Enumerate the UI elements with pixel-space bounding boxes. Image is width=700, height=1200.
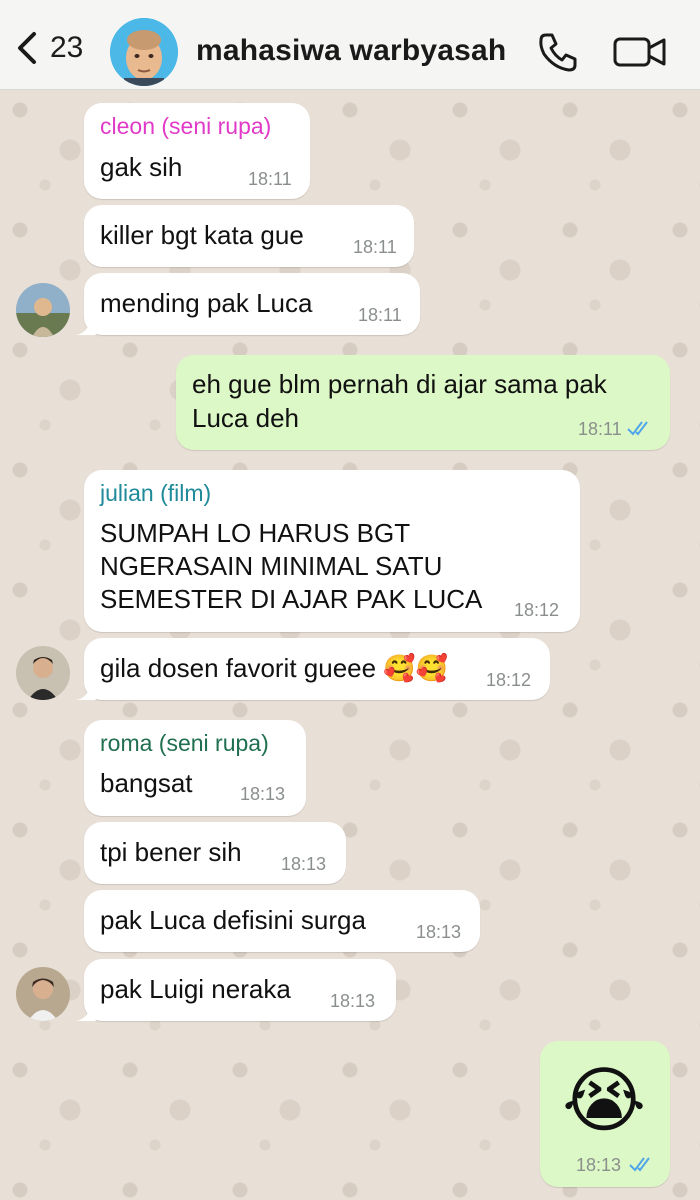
message-text-line: eh gue blm pernah di ajar sama pak xyxy=(192,369,607,399)
message-time: 18:13 xyxy=(281,854,327,874)
message-text: gila dosen favorit gueee 🥰🥰 xyxy=(100,653,449,683)
sender-avatar[interactable] xyxy=(16,967,70,1021)
message-text: tpi bener sih xyxy=(100,837,242,867)
message-text-line: NGERASAIN MINIMAL SATU xyxy=(100,551,443,581)
message-text: killer bgt kata gue xyxy=(100,220,304,250)
message-text: pak Luca defisini surga xyxy=(100,905,366,935)
message-time: 18:12 xyxy=(486,670,532,690)
message-bubble[interactable]: tpi bener sih 18:13 xyxy=(84,822,346,884)
chat-title[interactable]: mahasiwa warbyasah xyxy=(196,34,506,68)
message-emoji: 😭 xyxy=(562,1061,647,1141)
message-bubble[interactable]: 😭 18:13 xyxy=(540,1041,670,1187)
phone-icon[interactable] xyxy=(536,30,580,74)
message-bubble[interactable]: julian (film) SUMPAH LO HARUS BGT NGERAS… xyxy=(84,470,580,632)
message-text: gak sih xyxy=(100,152,183,182)
read-ticks-icon xyxy=(629,1157,650,1172)
message-time: 18:12 xyxy=(514,600,560,620)
group-avatar[interactable] xyxy=(110,18,178,86)
message-time: 18:13 xyxy=(416,922,462,942)
message-bubble[interactable]: pak Luca defisini surga 18:13 xyxy=(84,890,480,952)
message-time: 18:13 xyxy=(240,784,286,804)
message-bubble[interactable]: eh gue blm pernah di ajar sama pak Luca … xyxy=(176,355,670,450)
message-text-line: SEMESTER DI AJAR PAK LUCA xyxy=(100,584,483,614)
sender-name: cleon (seni rupa) xyxy=(100,113,272,139)
message-text: mending pak Luca xyxy=(100,288,313,318)
message-time: 18:13 xyxy=(576,1155,622,1175)
message-text: bangsat xyxy=(100,768,193,798)
message-bubble[interactable]: gila dosen favorit gueee 🥰🥰 18:12 xyxy=(76,638,550,700)
sender-name: roma (seni rupa) xyxy=(100,730,269,756)
message-time: 18:13 xyxy=(330,991,376,1011)
message-bubble[interactable]: roma (seni rupa) bangsat 18:13 xyxy=(84,720,306,816)
sender-avatar[interactable] xyxy=(16,283,70,337)
message-bubble[interactable]: mending pak Luca 18:11 xyxy=(76,273,420,335)
message-time: 18:11 xyxy=(358,305,402,325)
sender-name: julian (film) xyxy=(100,480,212,506)
message-bubble[interactable]: cleon (seni rupa) gak sih 18:11 xyxy=(84,103,310,199)
message-time: 18:11 xyxy=(353,237,397,257)
message-text: pak Luigi neraka xyxy=(100,974,291,1004)
message-time: 18:11 xyxy=(248,169,292,189)
chat-header: 23 mahasiwa warbyasah xyxy=(0,0,700,90)
video-call-icon[interactable] xyxy=(612,30,668,74)
chevron-left-icon xyxy=(18,32,36,64)
unread-count: 23 xyxy=(50,31,84,64)
message-time: 18:11 xyxy=(578,419,622,439)
message-text-line: Luca deh xyxy=(192,403,299,433)
back-button[interactable]: 23 xyxy=(14,28,83,68)
message-bubble[interactable]: killer bgt kata gue 18:11 xyxy=(84,205,414,267)
sender-avatar[interactable] xyxy=(16,646,70,700)
message-text-line: SUMPAH LO HARUS BGT xyxy=(100,518,411,548)
read-ticks-icon xyxy=(627,421,648,436)
message-bubble[interactable]: pak Luigi neraka 18:13 xyxy=(76,959,396,1021)
